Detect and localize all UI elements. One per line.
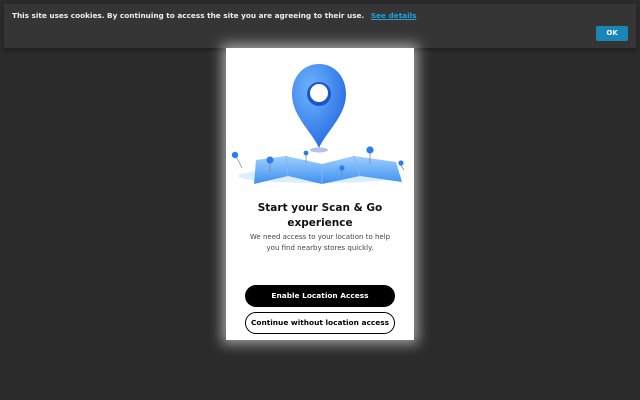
enable-location-button[interactable]: Enable Location Access <box>245 285 395 307</box>
cookie-message-line: This site uses cookies. By continuing to… <box>12 11 416 20</box>
dialog-title: Start your Scan & Go experience <box>257 202 383 229</box>
cookie-message: This site uses cookies. By continuing to… <box>12 11 365 20</box>
cookie-ok-button[interactable]: OK <box>596 26 628 41</box>
location-permission-dialog: Start your Scan & Go experience We need … <box>226 48 414 340</box>
continue-without-location-button[interactable]: Continue without location access <box>245 312 395 334</box>
see-details-link[interactable]: See details <box>371 11 417 20</box>
dialog-description: We need access to your location to help … <box>249 233 391 252</box>
cookie-banner: This site uses cookies. By continuing to… <box>4 4 636 48</box>
map-location-pin-icon <box>231 64 405 184</box>
